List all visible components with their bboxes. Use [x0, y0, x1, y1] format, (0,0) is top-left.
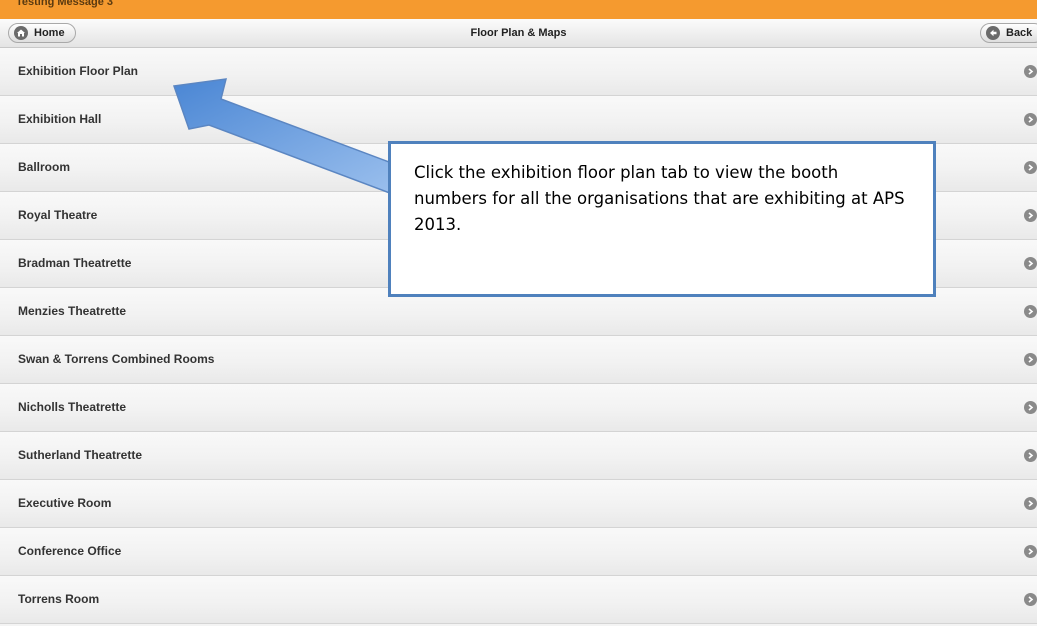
list-item-nicholls-theatrette[interactable]: Nicholls Theatrette	[0, 384, 1037, 432]
home-button[interactable]: Home	[8, 23, 76, 43]
list-item-torrens-room[interactable]: Torrens Room	[0, 576, 1037, 624]
chevron-right-icon	[1024, 161, 1037, 174]
list-item-label: Ballroom	[18, 160, 71, 174]
chevron-right-icon	[1024, 545, 1037, 558]
home-icon	[14, 26, 28, 40]
back-button[interactable]: Back	[980, 23, 1037, 43]
list-item-swan-torrens-combined-rooms[interactable]: Swan & Torrens Combined Rooms	[0, 336, 1037, 384]
list-item-label: Exhibition Hall	[18, 112, 102, 126]
page-title: Floor Plan & Maps	[470, 27, 567, 39]
location-list: Exhibition Floor Plan Exhibition Hall Ba…	[0, 48, 1037, 624]
chevron-right-icon	[1024, 305, 1037, 318]
list-item-label: Royal Theatre	[18, 208, 98, 222]
chevron-right-icon	[1024, 353, 1037, 366]
list-item-exhibition-hall[interactable]: Exhibition Hall	[0, 96, 1037, 144]
list-item-label: Swan & Torrens Combined Rooms	[18, 352, 215, 366]
chevron-right-icon	[1024, 449, 1037, 462]
back-arrow-icon	[986, 26, 1000, 40]
callout-text: Click the exhibition floor plan tab to v…	[414, 163, 905, 234]
list-item-conference-office[interactable]: Conference Office	[0, 528, 1037, 576]
app-page: Testing Message 3 Floor Plan & Maps Home…	[0, 0, 1037, 626]
chevron-right-icon	[1024, 257, 1037, 270]
list-item-label: Conference Office	[18, 544, 122, 558]
home-button-label: Home	[34, 27, 65, 39]
list-item-label: Torrens Room	[18, 592, 100, 606]
list-item-label: Bradman Theatrette	[18, 256, 132, 270]
annotation-callout: Click the exhibition floor plan tab to v…	[388, 141, 936, 297]
list-item-label: Sutherland Theatrette	[18, 448, 143, 462]
list-item-executive-room[interactable]: Executive Room	[0, 480, 1037, 528]
back-button-label: Back	[1006, 27, 1033, 39]
chevron-right-icon	[1024, 401, 1037, 414]
top-banner: Testing Message 3	[0, 0, 1037, 19]
header-bar: Floor Plan & Maps Home Back	[0, 19, 1037, 48]
list-item-label: Exhibition Floor Plan	[18, 64, 138, 78]
chevron-right-icon	[1024, 209, 1037, 222]
list-item-label: Executive Room	[18, 496, 112, 510]
list-item-sutherland-theatrette[interactable]: Sutherland Theatrette	[0, 432, 1037, 480]
list-item-label: Menzies Theatrette	[18, 304, 127, 318]
list-item-exhibition-floor-plan[interactable]: Exhibition Floor Plan	[0, 48, 1037, 96]
chevron-right-icon	[1024, 65, 1037, 78]
chevron-right-icon	[1024, 593, 1037, 606]
list-item-label: Nicholls Theatrette	[18, 400, 127, 414]
chevron-right-icon	[1024, 113, 1037, 126]
chevron-right-icon	[1024, 497, 1037, 510]
banner-text: Testing Message 3	[16, 0, 113, 8]
